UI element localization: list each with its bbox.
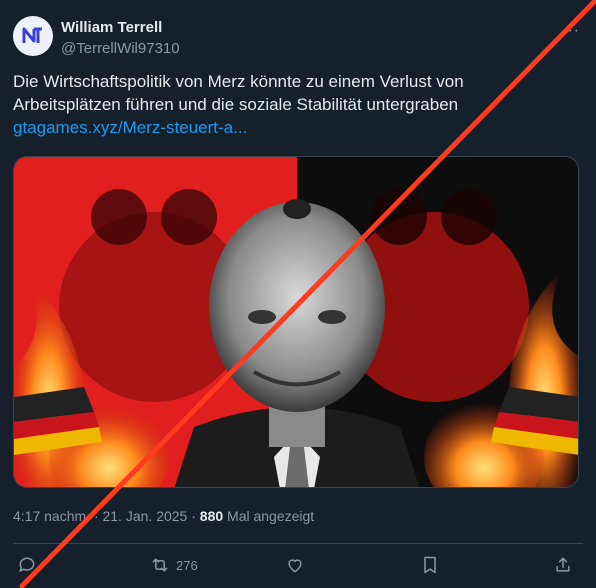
timestamp[interactable]: 4:17 nachm. · 21. Jan. 2025 · [13, 508, 196, 524]
tweet-link[interactable]: gtagames.xyz/Merz-steuert-a... [13, 116, 573, 139]
avatar[interactable] [13, 16, 53, 56]
tweet-header: William Terrell @TerrellWil97310 ··· [13, 14, 596, 60]
like-button[interactable] [285, 555, 305, 575]
retweet-icon [152, 558, 168, 572]
reply-icon [19, 557, 35, 573]
action-bar: 276 [13, 551, 583, 581]
view-label: Mal angezeigt [227, 508, 315, 524]
tweet-text: Die Wirtschaftspolitik von Merz könnte z… [13, 70, 573, 139]
bookmark-icon [424, 556, 436, 574]
share-icon [556, 557, 570, 572]
reply-button[interactable] [17, 555, 37, 575]
author-name[interactable]: William Terrell [61, 19, 162, 36]
share-button[interactable] [553, 555, 573, 575]
avatar-logo-icon [22, 27, 42, 43]
more-icon[interactable]: ··· [561, 22, 580, 40]
heart-icon [288, 559, 302, 573]
retweet-button[interactable]: 276 [149, 555, 198, 575]
bookmark-button[interactable] [420, 555, 440, 575]
tweet-image[interactable] [13, 156, 579, 488]
tweet-image-graphic [14, 157, 578, 487]
view-count: 880 [199, 508, 224, 524]
divider [13, 543, 583, 544]
author-handle[interactable]: @TerrellWil97310 [61, 40, 180, 57]
tweet-meta: 4:17 nachm. · 21. Jan. 2025 · 880 Mal an… [13, 508, 314, 524]
retweet-count: 276 [176, 557, 198, 573]
tweet-body: Die Wirtschaftspolitik von Merz könnte z… [13, 72, 464, 114]
